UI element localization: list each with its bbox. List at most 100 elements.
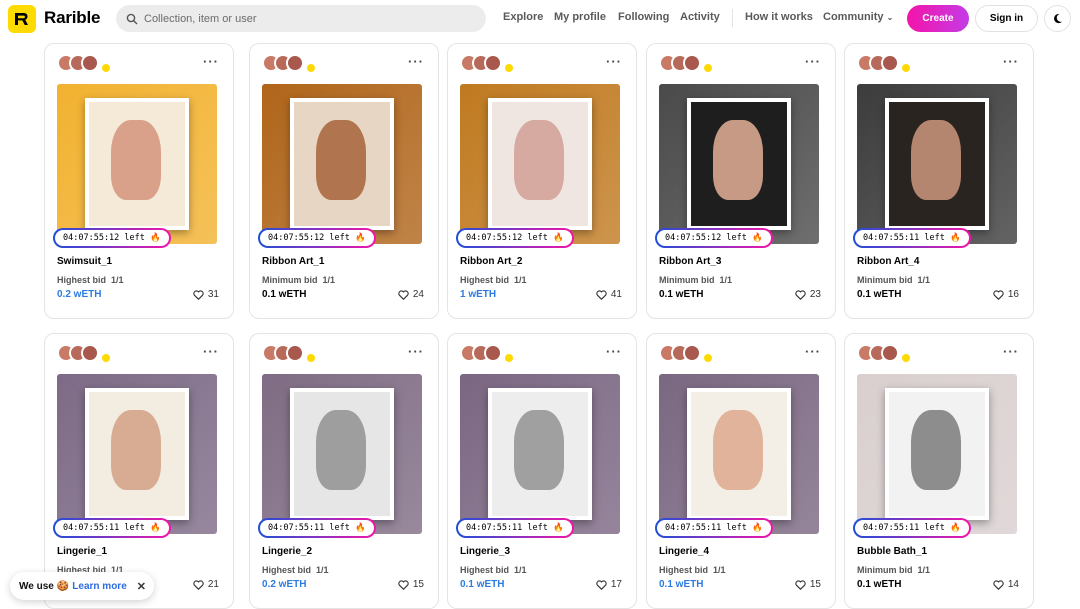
avatar[interactable] — [881, 54, 899, 72]
nav-following[interactable]: Following — [618, 11, 669, 23]
avatar[interactable] — [286, 54, 304, 72]
item-title[interactable]: Lingerie_1 — [57, 546, 107, 557]
auction-timer: 04:07:55:11 left 🔥 — [258, 518, 376, 538]
artwork-figure — [514, 410, 564, 490]
edition-count: 1/1 — [514, 565, 527, 575]
item-title[interactable]: Lingerie_2 — [262, 546, 312, 557]
avatar[interactable] — [881, 344, 899, 362]
nft-image[interactable] — [262, 84, 422, 244]
nft-image[interactable] — [659, 84, 819, 244]
more-options-icon[interactable]: ··· — [805, 54, 821, 69]
dark-mode-toggle[interactable] — [1044, 5, 1071, 32]
nft-image[interactable] — [57, 374, 217, 534]
search-input[interactable] — [144, 12, 464, 25]
like-button[interactable]: 21 — [193, 579, 219, 590]
rarible-logo-icon[interactable] — [8, 5, 36, 33]
nft-card[interactable]: ··· 04:07:55:11 left 🔥 Lingerie_2 Highes… — [249, 333, 439, 609]
nft-card[interactable]: ··· 04:07:55:11 left 🔥 Ribbon Art_4 Mini… — [844, 43, 1034, 319]
bid-info: Highest bid 1/1 — [262, 565, 329, 575]
search-bar[interactable] — [116, 5, 486, 32]
more-options-icon[interactable]: ··· — [1003, 54, 1019, 69]
timer-value: 04:07:55:11 — [466, 523, 523, 533]
nft-card[interactable]: ··· 04:07:55:11 left 🔥 Bubble Bath_1 Min… — [844, 333, 1034, 609]
like-button[interactable]: 14 — [993, 579, 1019, 590]
more-options-icon[interactable]: ··· — [805, 344, 821, 359]
like-button[interactable]: 16 — [993, 289, 1019, 300]
nav-how-it-works[interactable]: How it works — [745, 11, 813, 23]
nft-image[interactable] — [262, 374, 422, 534]
bid-info: Minimum bid 1/1 — [857, 275, 930, 285]
like-button[interactable]: 15 — [398, 579, 424, 590]
nft-image[interactable] — [460, 84, 620, 244]
nft-card[interactable]: ··· 04:07:55:12 left 🔥 Ribbon Art_2 High… — [447, 43, 637, 319]
like-button[interactable]: 41 — [596, 289, 622, 300]
nft-card[interactable]: ··· 04:07:55:11 left 🔥 Lingerie_4 Highes… — [646, 333, 836, 609]
item-title[interactable]: Ribbon Art_2 — [460, 256, 522, 267]
timer-left-label: left — [329, 523, 350, 533]
owner-avatars — [659, 54, 715, 74]
nft-card[interactable]: ··· 04:07:55:11 left 🔥 Lingerie_1 Highes… — [44, 333, 234, 609]
nft-image[interactable] — [857, 374, 1017, 534]
nav-community[interactable]: Community ⌄ — [823, 11, 893, 23]
item-title[interactable]: Ribbon Art_3 — [659, 256, 721, 267]
avatar[interactable] — [81, 54, 99, 72]
timer-left-label: left — [726, 523, 747, 533]
auction-timer: 04:07:55:11 left 🔥 — [853, 228, 971, 248]
learn-more-link[interactable]: Learn more — [72, 581, 126, 592]
more-options-icon[interactable]: ··· — [203, 344, 219, 359]
artwork-figure — [316, 410, 366, 490]
close-icon[interactable]: ✕ — [137, 580, 146, 593]
item-title[interactable]: Lingerie_3 — [460, 546, 510, 557]
like-count: 16 — [1007, 289, 1019, 300]
owner-avatars — [659, 344, 715, 364]
more-options-icon[interactable]: ··· — [1003, 344, 1019, 359]
timer-value: 04:07:55:12 — [665, 233, 722, 243]
create-button[interactable]: Create — [907, 5, 969, 32]
fire-icon: 🔥 — [355, 523, 366, 533]
nav-my-profile[interactable]: My profile — [554, 11, 606, 23]
like-button[interactable]: 15 — [795, 579, 821, 590]
edition-count: 1/1 — [316, 565, 329, 575]
item-title[interactable]: Ribbon Art_1 — [262, 256, 324, 267]
artwork-frame — [85, 388, 189, 520]
item-title[interactable]: Lingerie_4 — [659, 546, 709, 557]
avatar[interactable] — [683, 54, 701, 72]
brand-name[interactable]: Rarible — [44, 8, 100, 28]
nft-card[interactable]: ··· 04:07:55:12 left 🔥 Ribbon Art_3 Mini… — [646, 43, 836, 319]
artwork-frame — [290, 98, 394, 230]
avatar[interactable] — [81, 344, 99, 362]
nft-card[interactable]: ··· 04:07:55:12 left 🔥 Swimsuit_1 Highes… — [44, 43, 234, 319]
nft-card[interactable]: ··· 04:07:55:12 left 🔥 Ribbon Art_1 Mini… — [249, 43, 439, 319]
nft-card[interactable]: ··· 04:07:55:11 left 🔥 Lingerie_3 Highes… — [447, 333, 637, 609]
avatar[interactable] — [286, 344, 304, 362]
item-title[interactable]: Ribbon Art_4 — [857, 256, 919, 267]
nav-activity[interactable]: Activity — [680, 11, 720, 23]
avatar[interactable] — [683, 344, 701, 362]
nav-explore[interactable]: Explore — [503, 11, 543, 23]
like-button[interactable]: 23 — [795, 289, 821, 300]
fire-icon: 🔥 — [950, 233, 961, 243]
sign-in-button[interactable]: Sign in — [975, 5, 1038, 32]
like-button[interactable]: 24 — [398, 289, 424, 300]
nft-image[interactable] — [57, 84, 217, 244]
bid-label: Minimum bid — [262, 275, 318, 285]
like-button[interactable]: 31 — [193, 289, 219, 300]
bid-label: Highest bid — [659, 565, 708, 575]
more-options-icon[interactable]: ··· — [408, 54, 424, 69]
bid-label: Minimum bid — [857, 275, 913, 285]
item-title[interactable]: Swimsuit_1 — [57, 256, 112, 267]
price: 0.1 wETH — [857, 579, 902, 590]
more-options-icon[interactable]: ··· — [606, 54, 622, 69]
owner-avatars — [460, 54, 516, 74]
like-button[interactable]: 17 — [596, 579, 622, 590]
more-options-icon[interactable]: ··· — [408, 344, 424, 359]
avatar[interactable] — [484, 344, 502, 362]
bid-label: Highest bid — [460, 565, 509, 575]
more-options-icon[interactable]: ··· — [606, 344, 622, 359]
item-title[interactable]: Bubble Bath_1 — [857, 546, 927, 557]
nft-image[interactable] — [659, 374, 819, 534]
nft-image[interactable] — [857, 84, 1017, 244]
more-options-icon[interactable]: ··· — [203, 54, 219, 69]
avatar[interactable] — [484, 54, 502, 72]
nft-image[interactable] — [460, 374, 620, 534]
